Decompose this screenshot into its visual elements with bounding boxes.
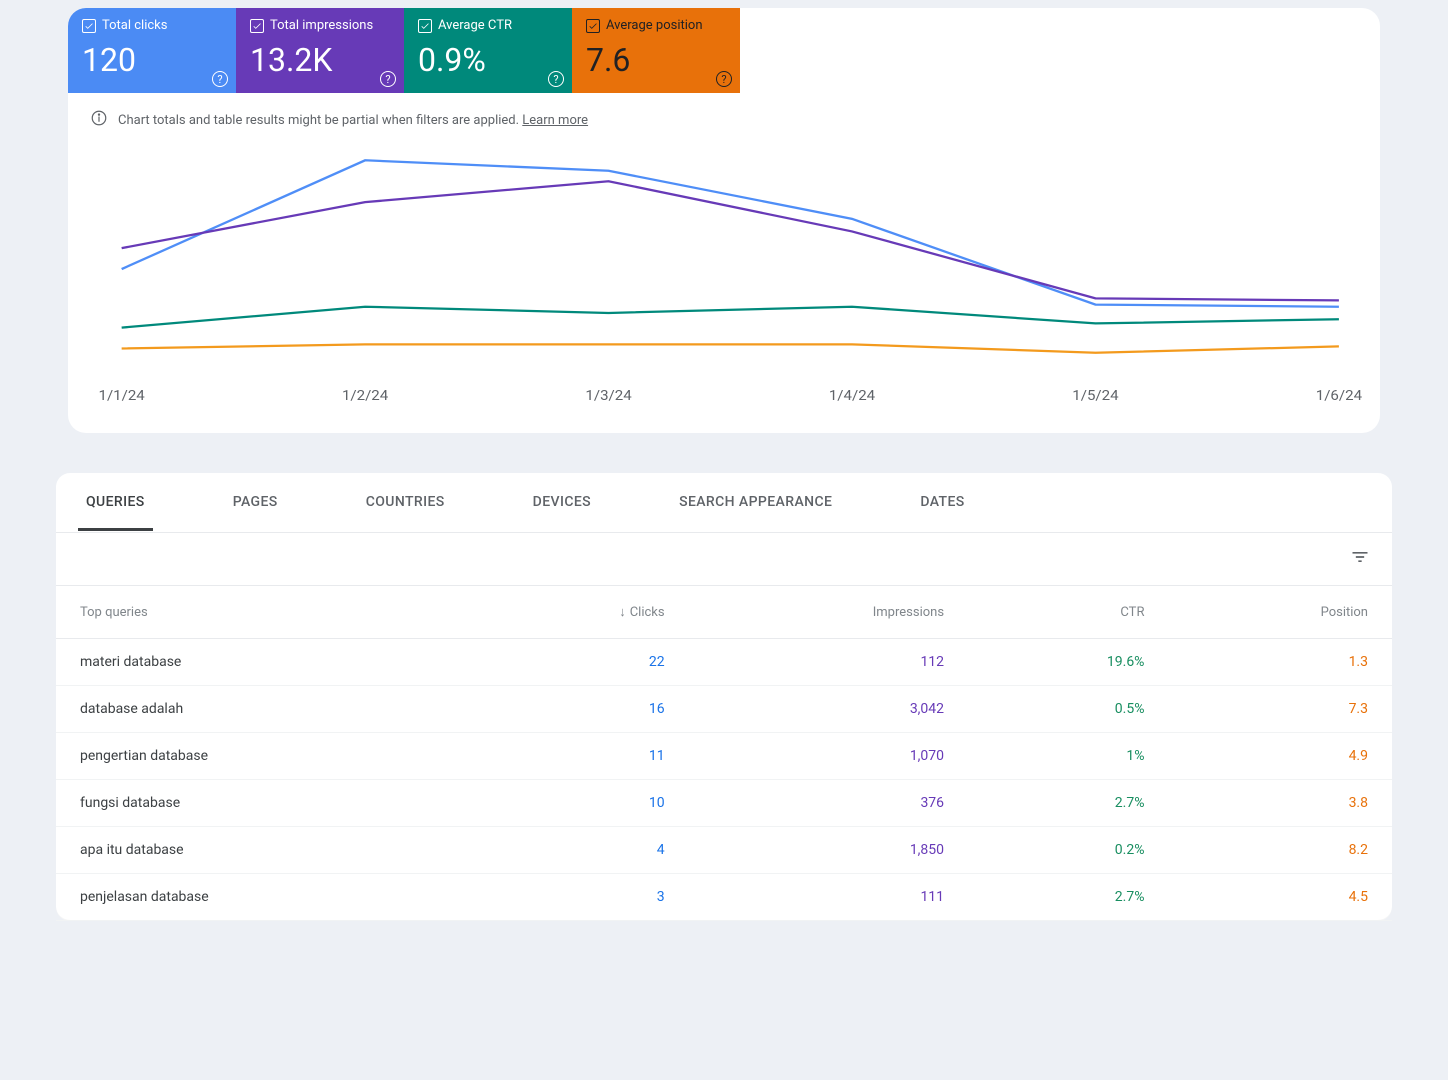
info-icon [90,109,108,131]
metric-tiles: Total clicks 120 ? Total impressions 13.… [68,8,1380,93]
filter-icon[interactable] [1350,547,1370,571]
tab-pages[interactable]: PAGES [225,474,286,531]
query-cell: materi database [56,639,470,686]
metric-average-position[interactable]: Average position 7.6 ? [572,8,740,93]
help-icon[interactable]: ? [212,71,228,87]
series-average-ctr [122,307,1339,328]
table-row[interactable]: materi database2211219.6%1.3 [56,639,1392,686]
metric-label: Total impressions [270,18,373,33]
notice-text: Chart totals and table results might be … [118,113,519,128]
impressions-cell: 1,070 [689,733,968,780]
tab-countries[interactable]: COUNTRIES [358,474,453,531]
x-axis-label: 1/6/24 [1316,389,1362,404]
metric-label: Total clicks [102,18,167,33]
help-icon[interactable]: ? [548,71,564,87]
query-cell: penjelasan database [56,874,470,921]
series-total-impressions [122,181,1339,300]
ctr-cell: 0.2% [968,827,1168,874]
position-cell: 8.2 [1168,827,1392,874]
query-cell: apa itu database [56,827,470,874]
ctr-cell: 2.7% [968,874,1168,921]
x-axis-label: 1/3/24 [585,389,631,404]
table-row[interactable]: database adalah163,0420.5%7.3 [56,686,1392,733]
clicks-cell: 16 [470,686,689,733]
clicks-cell: 4 [470,827,689,874]
metric-value: 7.6 [586,41,726,79]
tab-devices[interactable]: DEVICES [525,474,599,531]
x-axis-label: 1/5/24 [1072,389,1118,404]
table-row[interactable]: pengertian database111,0701%4.9 [56,733,1392,780]
tab-dates[interactable]: DATES [912,474,972,531]
tab-queries[interactable]: QUERIES [78,474,153,531]
impressions-cell: 112 [689,639,968,686]
metric-average-ctr[interactable]: Average CTR 0.9% ? [404,8,572,93]
col-top-queries[interactable]: Top queries [56,586,470,639]
col-clicks[interactable]: ↓Clicks [470,586,689,639]
tab-search-appearance[interactable]: SEARCH APPEARANCE [671,474,840,531]
clicks-cell: 22 [470,639,689,686]
metric-total-clicks[interactable]: Total clicks 120 ? [68,8,236,93]
help-icon[interactable]: ? [716,71,732,87]
ctr-cell: 1% [968,733,1168,780]
performance-chart-card: Total clicks 120 ? Total impressions 13.… [68,8,1380,433]
col-ctr[interactable]: CTR [968,586,1168,639]
col-position[interactable]: Position [1168,586,1392,639]
learn-more-link[interactable]: Learn more [522,113,588,128]
clicks-cell: 11 [470,733,689,780]
x-axis-label: 1/1/24 [99,389,145,404]
help-icon[interactable]: ? [380,71,396,87]
checkbox-checked-icon [418,19,432,33]
table-tabs: QUERIES PAGES COUNTRIES DEVICES SEARCH APPEA… [56,473,1392,533]
impressions-cell: 376 [689,780,968,827]
x-axis-label: 1/2/24 [342,389,388,404]
checkbox-checked-icon [82,19,96,33]
position-cell: 4.5 [1168,874,1392,921]
position-cell: 1.3 [1168,639,1392,686]
clicks-cell: 10 [470,780,689,827]
position-cell: 4.9 [1168,733,1392,780]
clicks-cell: 3 [470,874,689,921]
metric-label: Average CTR [438,18,512,33]
checkbox-checked-icon [250,19,264,33]
checkbox-checked-icon [586,19,600,33]
ctr-cell: 0.5% [968,686,1168,733]
table-row[interactable]: apa itu database41,8500.2%8.2 [56,827,1392,874]
sort-desc-icon: ↓ [619,604,626,620]
query-cell: fungsi database [56,780,470,827]
metric-total-impressions[interactable]: Total impressions 13.2K ? [236,8,404,93]
impressions-cell: 111 [689,874,968,921]
col-impressions[interactable]: Impressions [689,586,968,639]
impressions-cell: 1,850 [689,827,968,874]
metric-value: 0.9% [418,41,558,79]
ctr-cell: 2.7% [968,780,1168,827]
queries-table: Top queries ↓Clicks Impressions CTR Posi… [56,585,1392,921]
metric-value: 120 [82,41,222,79]
position-cell: 7.3 [1168,686,1392,733]
metric-label: Average position [606,18,703,33]
table-row[interactable]: fungsi database103762.7%3.8 [56,780,1392,827]
position-cell: 3.8 [1168,780,1392,827]
x-axis-label: 1/4/24 [829,389,875,404]
query-cell: pengertian database [56,733,470,780]
queries-table-card: QUERIES PAGES COUNTRIES DEVICES SEARCH APPEA… [56,473,1392,921]
impressions-cell: 3,042 [689,686,968,733]
query-cell: database adalah [56,686,470,733]
partial-data-notice: Chart totals and table results might be … [68,93,1380,139]
series-average-position [122,344,1339,352]
performance-line-chart: 1/1/24 1/2/24 1/3/24 1/4/24 1/5/24 1/6/24 [84,149,1364,409]
ctr-cell: 19.6% [968,639,1168,686]
series-total-clicks [122,160,1339,306]
table-row[interactable]: penjelasan database31112.7%4.5 [56,874,1392,921]
metric-value: 13.2K [250,41,390,79]
